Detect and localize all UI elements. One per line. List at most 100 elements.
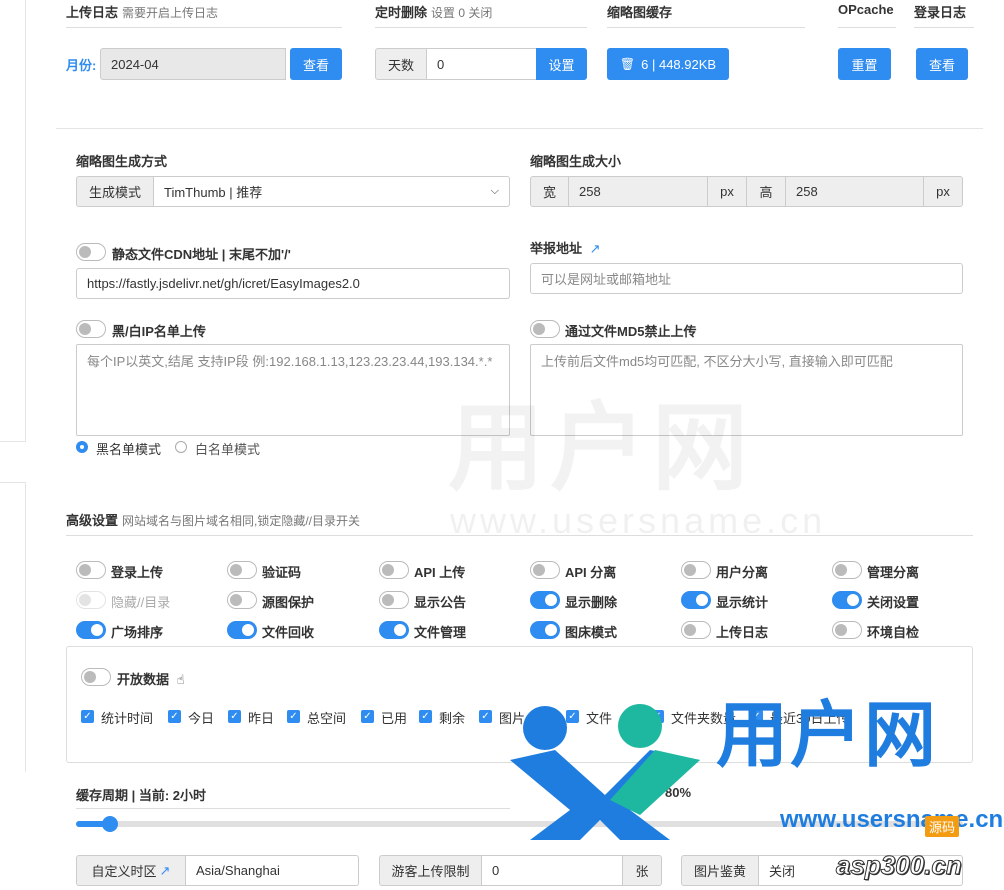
switch-toggle[interactable]: [227, 561, 257, 579]
check-icon[interactable]: ✓: [81, 710, 94, 723]
report-label: 举报地址 ↗: [530, 238, 601, 257]
checkbox-label: 统计时间: [101, 711, 154, 726]
switch-toggle[interactable]: [530, 591, 560, 609]
switch-toggle[interactable]: [76, 561, 106, 579]
ip-list-toggle[interactable]: [76, 320, 106, 338]
blacklist-radio[interactable]: [76, 441, 88, 453]
external-link-icon[interactable]: ↗: [590, 241, 601, 256]
checkbox-label: 总空间: [307, 711, 347, 726]
check-icon[interactable]: ✓: [750, 710, 763, 723]
check-icon[interactable]: ✓: [651, 710, 664, 723]
switch-label: 文件管理: [414, 625, 467, 640]
hand-icon: ☝: [176, 672, 185, 687]
upload-log-title: 上传日志: [66, 5, 119, 20]
timed-delete-set-button[interactable]: 设置: [536, 48, 587, 80]
blacklist-radio-label: 黑名单模式: [96, 442, 162, 457]
switch-toggle[interactable]: [530, 621, 560, 639]
switch-label: 关闭设置: [867, 595, 920, 610]
thumb-cache-header: 缩略图缓存: [607, 2, 805, 28]
switch-label: 显示删除: [565, 595, 618, 610]
check-icon[interactable]: ✓: [361, 710, 374, 723]
chevron-down-icon: ⌵: [490, 185, 499, 197]
guest-limit-addon: 游客上传限制: [379, 855, 482, 886]
switch-label: 隐藏//目录: [111, 595, 171, 610]
switch-toggle[interactable]: [76, 621, 106, 639]
switch-label: 上传日志: [716, 625, 769, 640]
switch-label: 图床模式: [565, 625, 618, 640]
upload-log-sub: 需要开启上传日志: [122, 6, 219, 20]
thumb-mode-select[interactable]: TimThumb | 推荐 ⌵: [153, 176, 510, 207]
switch-toggle[interactable]: [379, 561, 409, 579]
switch-toggle[interactable]: [227, 621, 257, 639]
switch-label: 登录上传: [111, 565, 164, 580]
height-unit: px: [923, 176, 963, 207]
cache-slider-track[interactable]: [76, 821, 963, 827]
guest-limit-input[interactable]: 0: [481, 855, 623, 886]
upload-log-view-button[interactable]: 查看: [290, 48, 342, 80]
open-data-label-text: 开放数据: [117, 672, 170, 687]
upload-log-header: 上传日志 需要开启上传日志: [66, 2, 342, 28]
height-input[interactable]: 258: [785, 176, 924, 207]
switch-label: 文件回收: [262, 625, 315, 640]
month-label: 月份:: [66, 58, 97, 73]
switch-toggle[interactable]: [379, 591, 409, 609]
thumb-size-title: 缩略图生成大小: [530, 154, 622, 169]
cdn-toggle[interactable]: [76, 243, 106, 261]
timed-delete-title: 定时删除: [375, 5, 428, 20]
opcache-header: OPcache: [838, 2, 896, 28]
whitelist-radio[interactable]: [175, 441, 187, 453]
cache-label: 缓存周期 | 当前: 2小时: [76, 785, 510, 809]
thumb-mode-selected: TimThumb | 推荐: [164, 185, 263, 200]
switch-label: 验证码: [262, 565, 302, 580]
check-icon[interactable]: ✓: [566, 710, 579, 723]
ip-list-textarea[interactable]: 每个IP以英文,结尾 支持IP段 例:192.168.1.13,123.23.2…: [76, 344, 510, 436]
switch-toggle[interactable]: [832, 561, 862, 579]
switch-toggle[interactable]: [681, 561, 711, 579]
cache-slider-handle[interactable]: [102, 816, 118, 832]
review-select[interactable]: 关闭 ⌵: [758, 855, 963, 886]
review-selected: 关闭: [769, 864, 796, 879]
advanced-sub: 网站域名与图片域名相同,锁定隐藏//目录开关: [122, 514, 361, 528]
check-icon[interactable]: ✓: [419, 710, 432, 723]
timezone-addon: 自定义时区 ↗: [76, 855, 186, 886]
timezone-label: 自定义时区: [91, 864, 157, 879]
check-icon[interactable]: ✓: [168, 710, 181, 723]
check-icon[interactable]: ✓: [228, 710, 241, 723]
cdn-label: 静态文件CDN地址 | 末尾不加'/': [112, 247, 291, 262]
switch-toggle[interactable]: [832, 591, 862, 609]
divider: [56, 128, 983, 129]
check-icon[interactable]: ✓: [479, 710, 492, 723]
cdn-input[interactable]: https://fastly.jsdelivr.net/gh/icret/Eas…: [76, 268, 510, 299]
report-input[interactable]: 可以是网址或邮箱地址: [530, 263, 963, 294]
advanced-header: 高级设置 网站域名与图片域名相同,锁定隐藏//目录开关: [66, 510, 973, 536]
external-link-icon[interactable]: ↗: [160, 863, 171, 879]
switch-label: 管理分离: [867, 565, 920, 580]
thumb-cache-button[interactable]: 🗑 6 | 448.92KB: [607, 48, 729, 80]
thumb-mode-addon: 生成模式: [76, 176, 154, 207]
switch-label: 用户分离: [716, 565, 769, 580]
opcache-reset-button[interactable]: 重置: [838, 48, 891, 80]
md5-label: 通过文件MD5禁止上传: [565, 324, 697, 339]
md5-toggle[interactable]: [530, 320, 560, 338]
checkbox-label: 图片占用: [499, 711, 552, 726]
switch-toggle[interactable]: [832, 621, 862, 639]
switch-toggle[interactable]: [530, 561, 560, 579]
switch-toggle[interactable]: [681, 621, 711, 639]
height-addon: 高: [746, 176, 786, 207]
login-log-view-button[interactable]: 查看: [916, 48, 968, 80]
switch-toggle[interactable]: [227, 591, 257, 609]
switch-toggle[interactable]: [379, 621, 409, 639]
open-data-toggle[interactable]: [81, 668, 111, 686]
switch-toggle[interactable]: [681, 591, 711, 609]
width-unit: px: [707, 176, 747, 207]
checkbox-label: 今日: [188, 711, 215, 726]
month-input[interactable]: 2024-04: [100, 48, 286, 80]
checkbox-label: 已用: [381, 711, 408, 726]
width-input[interactable]: 258: [568, 176, 708, 207]
md5-textarea[interactable]: 上传前后文件md5均可匹配, 不区分大小写, 直接输入即可匹配: [530, 344, 963, 436]
days-input[interactable]: 0: [426, 48, 537, 80]
timezone-input[interactable]: Asia/Shanghai: [185, 855, 359, 886]
days-addon: 天数: [375, 48, 427, 80]
check-icon[interactable]: ✓: [287, 710, 300, 723]
timed-delete-header: 定时删除 设置 0 关闭: [375, 2, 587, 28]
